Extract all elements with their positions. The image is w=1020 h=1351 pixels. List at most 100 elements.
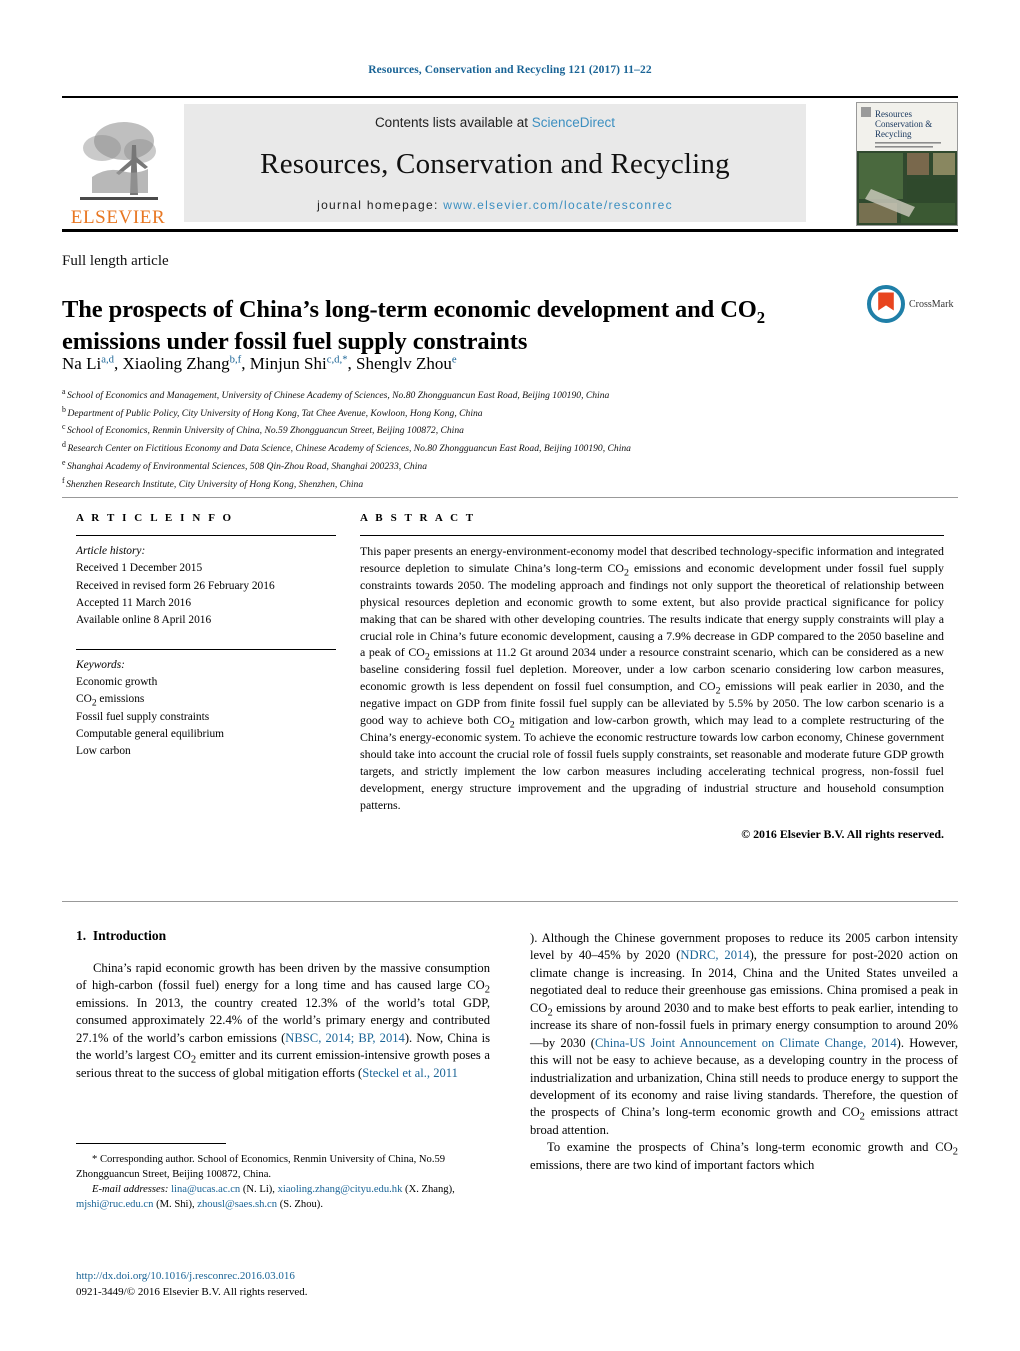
affiliation-mark: f <box>62 475 65 485</box>
body-column-left: China’s rapid economic growth has been d… <box>76 960 490 1082</box>
keyword-item: CO2 emissions <box>76 693 145 709</box>
email-link[interactable]: xiaoling.zhang@cityu.edu.hk <box>278 1184 403 1195</box>
abstract-divider <box>360 535 944 536</box>
email-link[interactable]: lina@ucas.ac.cn <box>171 1184 240 1195</box>
corresponding-text: Corresponding author. School of Economic… <box>76 1154 446 1181</box>
affiliation-list: a School of Economics and Management, Uni… <box>62 386 952 492</box>
author-list: Na Lia,d, Xiaoling Zhangb,f, Minjun Shic… <box>62 354 457 374</box>
elsevier-wordmark: ELSEVIER <box>70 207 166 228</box>
citation-link[interactable]: China-US Joint Announcement on Climate C… <box>595 1036 897 1050</box>
keyword-item: Low carbon <box>76 745 131 758</box>
elsevier-logo: ELSEVIER <box>64 103 172 227</box>
keywords-block: Keywords: Economic growth CO2 emissions … <box>76 657 336 761</box>
email-link[interactable]: zhousl@saes.sh.cn <box>197 1199 277 1210</box>
co2-subscript: 2 <box>484 984 490 996</box>
info-abstract-top-rule <box>62 497 958 498</box>
body-paragraph: ). Although the Chinese government propo… <box>530 930 958 1139</box>
journal-homepage-line: journal homepage: www.elsevier.com/locat… <box>317 198 673 212</box>
page-title: The prospects of China’s long-term econo… <box>62 294 852 357</box>
affiliation-text: Research Center on Fictitious Economy an… <box>67 443 631 455</box>
affiliation-item: d Research Center on Fictitious Economy a… <box>62 439 952 457</box>
author-affiliation-marks: e <box>451 353 457 366</box>
email-note: E-mail addresses: lina@ucas.ac.cn (N. Li… <box>76 1182 490 1212</box>
journal-homepage-prefix: journal homepage: <box>317 198 444 212</box>
svg-text:Recycling: Recycling <box>875 129 912 139</box>
co2-subscript: 2 <box>952 1146 958 1158</box>
body-seg: China’s rapid economic growth has been d… <box>76 961 490 993</box>
title-part-1: The prospects of China’s long-term econo… <box>62 296 757 324</box>
affiliation-item: b Department of Public Policy, City Unive… <box>62 404 952 422</box>
author-item: Na Lia,d <box>62 354 114 373</box>
article-history-item: Accepted 11 March 2016 <box>76 596 192 609</box>
masthead-center-band: Contents lists available at ScienceDirec… <box>184 104 806 222</box>
affiliation-item: a School of Economics and Management, Uni… <box>62 386 952 404</box>
citation-link[interactable]: NDRC, 2014 <box>680 948 749 962</box>
affiliation-item: f Shenzhen Research Institute, City Unive… <box>62 475 952 493</box>
affiliation-mark: a <box>62 387 66 396</box>
issn-copyright-line: 0921-3449/© 2016 Elsevier B.V. All right… <box>76 1285 308 1298</box>
sciencedirect-link[interactable]: ScienceDirect <box>532 115 615 130</box>
article-history-block: Article history: Received 1 December 201… <box>76 543 336 630</box>
author-affiliation-marks: c,d,* <box>326 353 348 366</box>
doi-block: http://dx.doi.org/10.1016/j.resconrec.20… <box>76 1269 496 1301</box>
crossmark-badge[interactable]: CrossMark <box>866 280 962 328</box>
author-item: Shenglv Zhoue <box>356 354 457 373</box>
crossmark-label: CrossMark <box>909 298 954 310</box>
doi-link[interactable]: http://dx.doi.org/10.1016/j.resconrec.20… <box>76 1269 496 1285</box>
affiliation-mark: b <box>62 404 66 414</box>
abstract-column: A B S T R A C T This paper presents an e… <box>360 512 944 842</box>
body-seg: emissions, there are two kind of importa… <box>530 1157 815 1172</box>
svg-text:Resources: Resources <box>875 109 912 119</box>
svg-text:Conservation &: Conservation & <box>875 119 932 129</box>
affiliation-text: Shanghai Academy of Environmental Scienc… <box>67 461 427 473</box>
masthead-top-rule <box>62 96 958 98</box>
affiliation-mark: e <box>62 457 66 467</box>
section-number: 1. <box>76 928 87 943</box>
journal-homepage-link[interactable]: www.elsevier.com/locate/resconrec <box>443 198 673 212</box>
keyword-item: Computable general equilibrium <box>76 727 225 740</box>
abstract-text: This paper presents an energy-environmen… <box>360 543 944 814</box>
article-history-item: Received in revised form 26 February 201… <box>76 579 275 592</box>
crossmark-icon <box>867 285 905 323</box>
email-label: E-mail addresses: <box>92 1184 169 1196</box>
footnote-rule <box>76 1143 226 1144</box>
journal-masthead: ELSEVIER Contents lists available at Sci… <box>62 96 958 232</box>
email-person: (S. Zhou). <box>277 1199 323 1211</box>
email-person: (N. Li), <box>240 1184 278 1196</box>
section-heading-introduction: 1. Introduction <box>76 928 166 944</box>
email-person: (X. Zhang), <box>402 1184 455 1196</box>
author-item: Minjun Shic,d,* <box>250 354 348 373</box>
title-part-2: emissions under fossil fuel supply const… <box>62 327 528 355</box>
journal-cover-thumbnail: Resources Conservation & Recycling <box>856 102 958 226</box>
article-type-label: Full length article <box>62 253 169 269</box>
affiliation-item: c School of Economics, Renmin University … <box>62 421 952 439</box>
author-name: Na Li <box>62 354 102 373</box>
affiliation-mark: c <box>62 422 66 432</box>
body-seg: To examine the prospects of China’s long… <box>547 1140 953 1155</box>
author-separator: , <box>347 354 357 373</box>
author-affiliation-marks: b,f <box>229 353 242 366</box>
author-name: Xiaoling Zhang <box>122 354 230 373</box>
keywords-label: Keywords: <box>76 658 125 671</box>
email-person: (M. Shi), <box>153 1199 198 1211</box>
affiliation-mark: d <box>62 440 66 450</box>
author-separator: , <box>241 354 250 373</box>
keyword-item: Fossil fuel supply constraints <box>76 710 210 723</box>
author-affiliation-marks: a,d <box>101 353 114 366</box>
section-title-text: Introduction <box>92 928 167 943</box>
body-paragraph: China’s rapid economic growth has been d… <box>76 960 490 1082</box>
body-paragraph: To examine the prospects of China’s long… <box>530 1139 958 1174</box>
journal-title: Resources, Conservation and Recycling <box>260 147 730 180</box>
info-abstract-bottom-rule <box>62 901 958 902</box>
affiliation-text: School of Economics and Management, Univ… <box>67 390 610 402</box>
running-head: Resources, Conservation and Recycling 12… <box>368 64 652 76</box>
article-page: Resources, Conservation and Recycling 12… <box>0 0 1020 1351</box>
abstract-copyright: © 2016 Elsevier B.V. All rights reserved… <box>741 826 944 841</box>
citation-link[interactable]: NBSC, 2014; BP, 2014 <box>285 1031 405 1045</box>
email-link[interactable]: mjshi@ruc.edu.cn <box>76 1199 153 1210</box>
affiliation-text: Shenzhen Research Institute, City Univer… <box>66 478 364 490</box>
article-info-heading: A R T I C L E I N F O <box>76 512 234 524</box>
citation-link[interactable]: Steckel et al., 2011 <box>362 1066 458 1080</box>
corresponding-author-note: * Corresponding author. School of Econom… <box>76 1152 490 1182</box>
